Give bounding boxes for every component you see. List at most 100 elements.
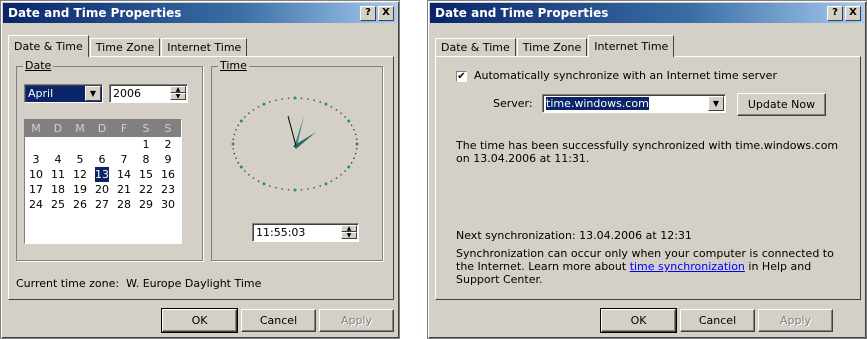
calendar-day[interactable]: 16	[157, 167, 179, 182]
help-button[interactable]: ?	[827, 6, 843, 21]
calendar-day[interactable]: 10	[25, 167, 47, 182]
calendar-day[interactable]: 18	[47, 182, 69, 197]
clock-tick	[340, 112, 342, 115]
clock-tick	[355, 148, 358, 150]
clock-tick	[350, 161, 353, 164]
calendar-day[interactable]: 8	[135, 152, 157, 167]
calendar-day[interactable]: 30	[157, 197, 179, 212]
chevron-down-icon[interactable]: ▼	[85, 86, 101, 101]
clock-tick	[313, 99, 315, 102]
time-spin-buttons[interactable]: ▲ ▼	[341, 225, 357, 240]
tab-time-zone[interactable]: Time Zone	[516, 38, 588, 57]
calendar-day[interactable]: 3	[25, 152, 47, 167]
calendar-day[interactable]: 14	[113, 167, 135, 182]
time-sync-link[interactable]: time synchronization	[630, 260, 745, 273]
spin-down-icon[interactable]: ▼	[170, 93, 186, 100]
calendar-day[interactable]: 25	[47, 197, 69, 212]
calendar-empty-cell	[91, 137, 113, 152]
ok-button[interactable]: OK	[600, 308, 677, 333]
close-button[interactable]: X	[378, 6, 394, 21]
calendar-day[interactable]: 22	[135, 182, 157, 197]
spin-down-icon[interactable]: ▼	[341, 232, 357, 239]
calendar-day[interactable]: 2	[157, 137, 179, 152]
server-dropdown[interactable]: time.windows.com ▼	[542, 94, 726, 113]
clock-tick	[233, 133, 236, 136]
calendar-day[interactable]: 11	[47, 167, 69, 182]
tab-panel: Date April ▼ 2006 ▲ ▼ MDMDFSS 1234567891…	[8, 56, 394, 300]
clock-tick	[252, 177, 255, 179]
apply-button[interactable]: Apply	[319, 309, 394, 332]
help-button[interactable]: ?	[360, 6, 376, 21]
clock-tick	[355, 138, 358, 140]
cancel-button[interactable]: Cancel	[241, 309, 316, 332]
auto-sync-checkbox[interactable]: ✔	[456, 71, 467, 82]
spin-up-icon[interactable]: ▲	[170, 86, 186, 93]
weekday-label: S	[164, 122, 172, 135]
clock-tick	[237, 161, 240, 164]
tab-time-zone[interactable]: Time Zone	[89, 38, 161, 57]
tab-internet-time[interactable]: Internet Time	[161, 38, 248, 57]
clock-tick	[239, 119, 243, 123]
calendar-day[interactable]: 23	[157, 182, 179, 197]
calendar-day[interactable]: 6	[91, 152, 113, 167]
calendar-day[interactable]: 29	[135, 197, 157, 212]
dialog-title: Date and Time Properties	[435, 6, 609, 20]
calendar-day[interactable]: 27	[91, 197, 113, 212]
clock-tick	[307, 98, 309, 100]
ok-button[interactable]: OK	[161, 308, 238, 333]
calendar-day[interactable]: 12	[69, 167, 91, 182]
clock-tick	[319, 101, 322, 103]
update-now-button[interactable]: Update Now	[737, 93, 826, 116]
clock-tick	[300, 188, 303, 191]
calendar-day[interactable]: 19	[69, 182, 91, 197]
calendar-day[interactable]: 7	[113, 152, 135, 167]
year-spinner[interactable]: 2006 ▲ ▼	[109, 84, 188, 103]
calendar-day[interactable]: 28	[113, 197, 135, 212]
clock-tick	[231, 142, 235, 146]
close-button[interactable]: X	[845, 6, 861, 21]
clock-tick	[281, 98, 283, 100]
clock-tick	[233, 152, 236, 155]
second-hand	[287, 115, 297, 147]
calendar-day[interactable]: 24	[25, 197, 47, 212]
clock-tick	[275, 99, 277, 102]
title-bar: Date and Time Properties ? X	[430, 3, 864, 23]
clock-tick	[293, 96, 297, 100]
calendar-day[interactable]: 17	[25, 182, 47, 197]
calendar-day[interactable]: 20	[91, 182, 113, 197]
year-value: 2006	[113, 87, 141, 100]
time-field[interactable]: 11:55:03 ▲ ▼	[252, 223, 359, 242]
calendar-days: 1 2 3 4 5 6 7 8 9 10 11 12 13 14 15 16 17 18 19 20 21 22 23 24 2…	[25, 137, 181, 212]
calendar-weekday-header: MDMDFSS	[25, 120, 181, 137]
calendar-day[interactable]: 1	[135, 137, 157, 152]
clock-tick	[350, 124, 353, 127]
calendar-day[interactable]: 13	[95, 167, 109, 182]
calendar-day[interactable]: 4	[47, 152, 69, 167]
tab-date-time[interactable]: Date & Time	[8, 35, 89, 57]
clock-tick	[347, 119, 351, 123]
time-group-label: Time	[218, 59, 249, 72]
clock-tick	[232, 148, 235, 150]
tab-internet-time[interactable]: Internet Time	[588, 35, 675, 57]
sync-status-text: The time has been successfully synchroni…	[456, 139, 839, 165]
clock-tick	[262, 102, 266, 106]
month-dropdown[interactable]: April ▼	[24, 84, 103, 103]
cancel-button[interactable]: Cancel	[680, 309, 755, 332]
spin-up-icon[interactable]: ▲	[341, 225, 357, 232]
clock-tick	[268, 185, 271, 187]
calendar-day[interactable]: 15	[135, 167, 157, 182]
dialog-title: Date and Time Properties	[8, 6, 182, 20]
calendar-empty-cell	[69, 137, 91, 152]
calendar-day[interactable]: 5	[69, 152, 91, 167]
clock-tick	[344, 116, 346, 118]
clock-tick	[335, 109, 338, 111]
tab-date-time[interactable]: Date & Time	[435, 38, 516, 57]
calendar-day[interactable]: 26	[69, 197, 91, 212]
clock-tick	[252, 109, 255, 111]
calendar-day[interactable]: 9	[157, 152, 179, 167]
apply-button[interactable]: Apply	[758, 309, 833, 332]
calendar-day[interactable]: 21	[113, 182, 135, 197]
year-spin-buttons[interactable]: ▲ ▼	[170, 86, 186, 101]
clock-tick	[232, 138, 235, 140]
chevron-down-icon[interactable]: ▼	[708, 96, 724, 111]
